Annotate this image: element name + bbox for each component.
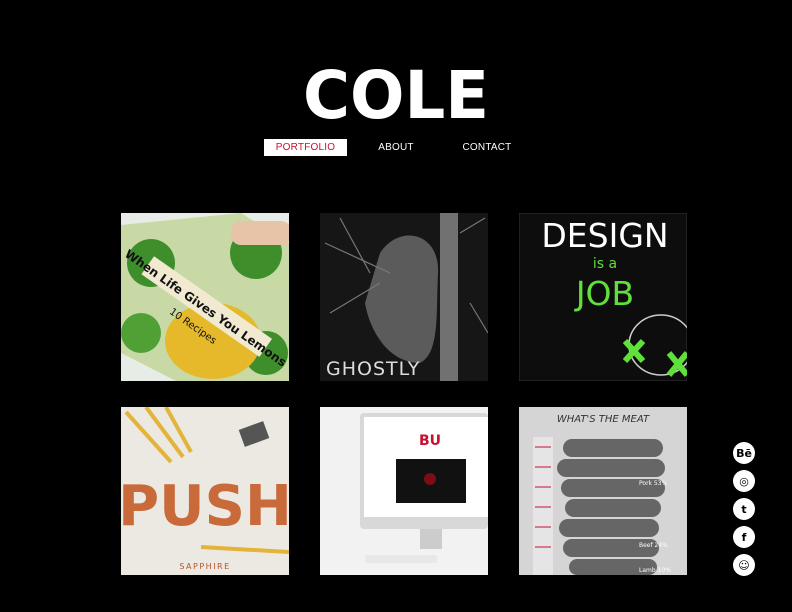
nav-portfolio[interactable]: PORTFOLIO (264, 139, 347, 156)
portfolio-tile-lemons[interactable]: When Life Gives You Lemons 10 Recipes (121, 213, 289, 381)
facebook-icon[interactable]: f (733, 526, 755, 548)
tile-meat-label-pork: Pork 53% (639, 480, 668, 487)
tumblr-icon[interactable]: t (733, 498, 755, 520)
portfolio-tile-meat[interactable]: WHAT'S THE MEAT Pork 53% Beef 24% Lamb 1… (519, 407, 687, 575)
logo-text: COLE (303, 62, 489, 120)
behance-icon[interactable]: Bē (733, 442, 755, 464)
portfolio-tile-ghostly[interactable]: GHOSTLY (320, 213, 488, 381)
tile-meat-title: WHAT'S THE MEAT (557, 414, 650, 425)
tile-push-subtitle: SAPPHIRE (179, 562, 230, 571)
tile-design-line3: JOB (574, 274, 634, 313)
site-logo[interactable]: COLE (302, 62, 490, 120)
tile-website-logo: BU (419, 433, 441, 449)
tile-design-line1: DESIGN (541, 216, 668, 255)
tile-meat-label-beef: Beef 24% (639, 542, 668, 549)
tile-push-title: PUSH (121, 474, 289, 539)
tile-meat-label-lamb: Lamb 10% (639, 567, 671, 574)
instagram-icon[interactable]: ◎ (733, 470, 755, 492)
nav-contact[interactable]: CONTACT (455, 139, 519, 156)
portfolio-tile-website[interactable]: BU (320, 407, 488, 575)
tile-design-line2: is a (593, 256, 617, 272)
snapchat-icon[interactable]: ☺ (733, 554, 755, 576)
tile-ghostly-title: GHOSTLY (326, 358, 420, 380)
portfolio-tile-push[interactable]: PUSH SAPPHIRE (121, 407, 289, 575)
portfolio-tile-design-job[interactable]: DESIGN is a JOB (519, 213, 687, 381)
nav-about[interactable]: ABOUT (366, 139, 426, 156)
